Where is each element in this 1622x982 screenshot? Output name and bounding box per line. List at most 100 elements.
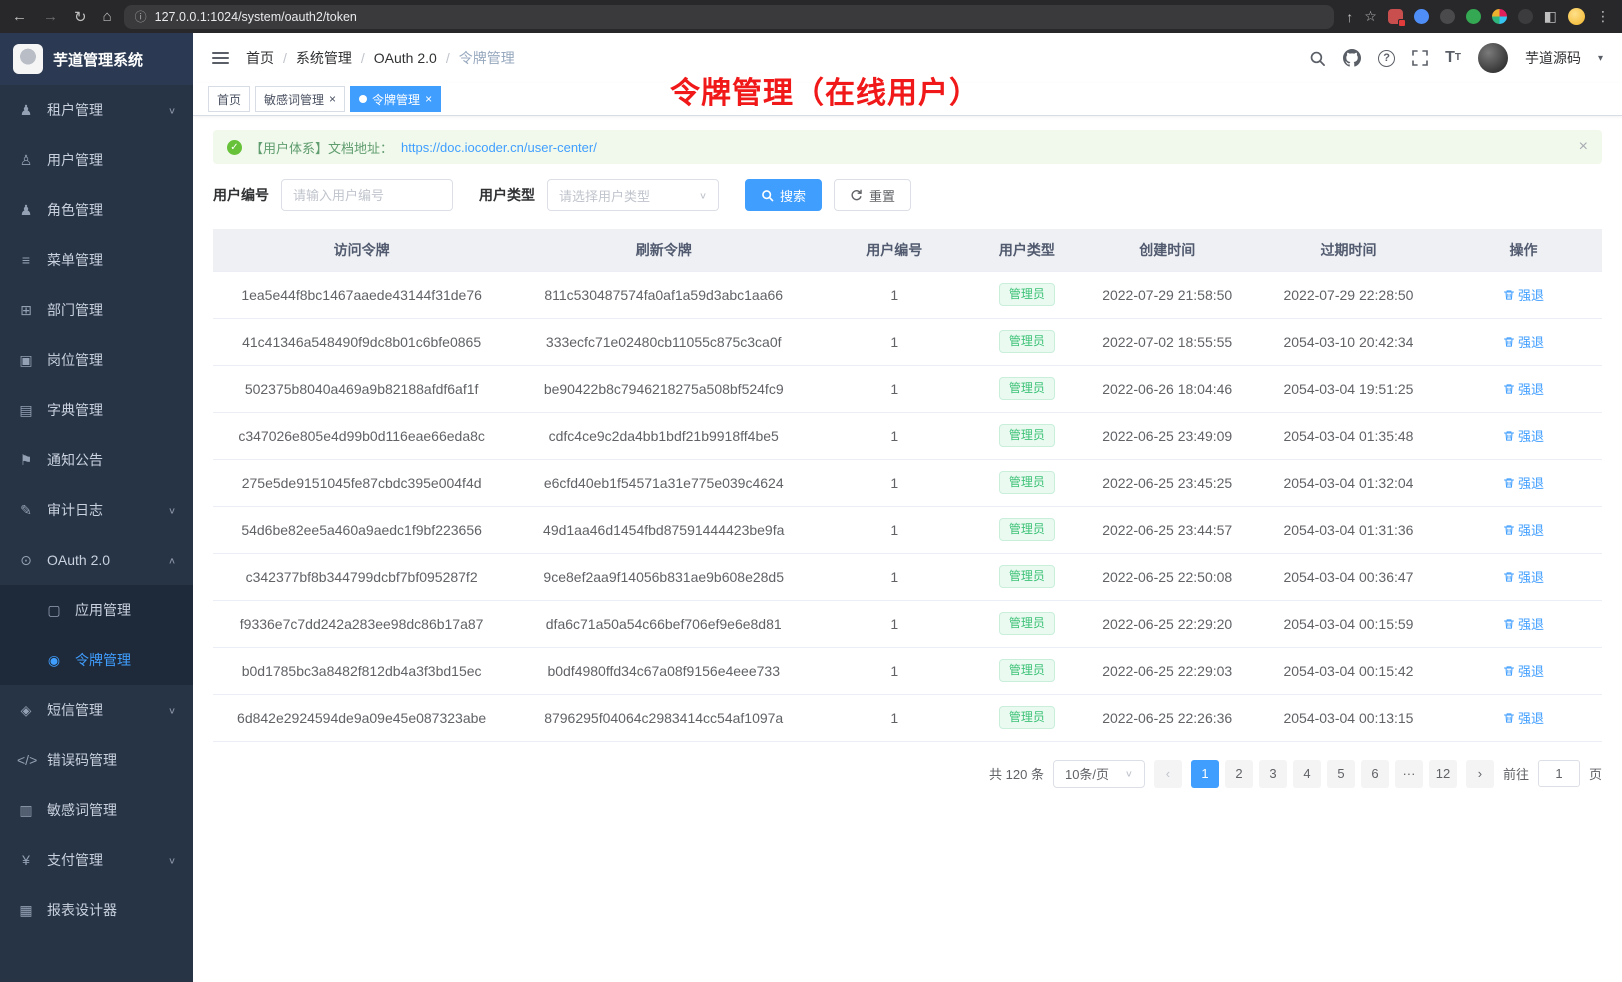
force-logout-button[interactable]: 强退	[1503, 379, 1544, 398]
sidebar-item-post-management[interactable]: ▣岗位管理	[0, 335, 193, 385]
error-code-icon: </>	[17, 752, 35, 768]
force-logout-button[interactable]: 强退	[1503, 473, 1544, 492]
force-logout-button[interactable]: 强退	[1503, 567, 1544, 586]
sidebar-item-menu-management[interactable]: ≡菜单管理	[0, 235, 193, 285]
sidebar-item-dept-management[interactable]: ⊞部门管理	[0, 285, 193, 335]
avatar[interactable]	[1478, 43, 1508, 73]
page-button[interactable]: 3	[1259, 760, 1287, 788]
sidebar-item-audit-log[interactable]: ✎审计日志∨	[0, 485, 193, 535]
split-view-icon[interactable]: ◧	[1544, 8, 1557, 25]
cell-created-time: 2022-06-25 22:26:36	[1082, 694, 1251, 741]
user-id-input[interactable]	[281, 179, 453, 211]
delete-icon	[1503, 289, 1515, 301]
force-logout-button[interactable]: 强退	[1503, 661, 1544, 680]
sidebar-item-oauth2[interactable]: ⊙OAuth 2.0∧	[0, 535, 193, 585]
extension-icon[interactable]	[1388, 9, 1403, 24]
sidebar-item-oauth2-token[interactable]: ◉令牌管理	[0, 635, 193, 685]
search-button[interactable]: 搜索	[745, 179, 822, 211]
github-icon[interactable]	[1343, 49, 1361, 67]
sidebar-item-user-management[interactable]: ♙用户管理	[0, 135, 193, 185]
page-button[interactable]: 4	[1293, 760, 1321, 788]
close-icon[interactable]: ×	[1579, 138, 1588, 156]
forward-icon[interactable]: →	[43, 8, 58, 25]
help-icon[interactable]: ?	[1378, 50, 1395, 67]
page-button[interactable]: 2	[1225, 760, 1253, 788]
sidebar-item-report-designer[interactable]: ▦报表设计器	[0, 885, 193, 935]
chevron-down-icon[interactable]: ▾	[1598, 53, 1603, 64]
total-count: 共 120 条	[989, 764, 1044, 783]
sidebar-item-notice-announcement[interactable]: ⚑通知公告	[0, 435, 193, 485]
force-logout-label: 强退	[1518, 661, 1544, 680]
page-button[interactable]: 12	[1429, 760, 1457, 788]
user-type-badge: 管理员	[999, 706, 1055, 730]
goto-page-input[interactable]	[1538, 760, 1580, 787]
breadcrumb-item[interactable]: OAuth 2.0	[374, 50, 437, 66]
force-logout-button[interactable]: 强退	[1503, 426, 1544, 445]
collapse-sidebar-icon[interactable]	[212, 52, 229, 64]
sidebar-item-pay-management[interactable]: ¥支付管理∨	[0, 835, 193, 885]
close-icon[interactable]: ×	[329, 93, 336, 105]
breadcrumb-item[interactable]: 系统管理	[296, 48, 352, 68]
share-icon[interactable]: ↑	[1346, 9, 1353, 25]
prev-page-button[interactable]: ‹	[1154, 760, 1182, 788]
browser-profile-avatar[interactable]	[1568, 8, 1585, 25]
tab-sensitive-word[interactable]: 敏感词管理×	[255, 86, 345, 112]
extension-icon[interactable]	[1440, 9, 1455, 24]
reset-button[interactable]: 重置	[834, 179, 911, 211]
doc-link[interactable]: https://doc.iocoder.cn/user-center/	[401, 140, 597, 155]
tab-home[interactable]: 首页	[208, 86, 250, 112]
next-page-button[interactable]: ›	[1466, 760, 1494, 788]
site-info-icon[interactable]: ⓘ	[135, 8, 147, 25]
home-icon[interactable]: ⌂	[103, 8, 112, 25]
address-bar[interactable]: ⓘ 127.0.0.1:1024/system/oauth2/token	[124, 5, 1335, 29]
user-type-select[interactable]: 请选择用户类型 ∨	[547, 179, 719, 211]
delete-icon	[1503, 477, 1515, 489]
reload-icon[interactable]: ↻	[74, 8, 87, 26]
force-logout-button[interactable]: 强退	[1503, 520, 1544, 539]
force-logout-button[interactable]: 强退	[1503, 708, 1544, 727]
cell-user-type: 管理员	[971, 412, 1082, 459]
force-logout-button[interactable]: 强退	[1503, 614, 1544, 633]
cell-expire-time: 2022-07-29 22:28:50	[1252, 271, 1445, 318]
extension-icon[interactable]	[1414, 9, 1429, 24]
pages-more-button[interactable]: ···	[1395, 760, 1423, 788]
delete-icon	[1503, 665, 1515, 677]
sidebar-item-role-management[interactable]: ♟角色管理	[0, 185, 193, 235]
page-size-select[interactable]: 10条/页 ∨	[1053, 760, 1145, 788]
page-button[interactable]: 6	[1361, 760, 1389, 788]
back-icon[interactable]: ←	[12, 8, 27, 25]
table-row: f9336e7c7dd242a283ee98dc86b17a87dfa6c71a…	[213, 600, 1602, 647]
sidebar-item-dict-management[interactable]: ▤字典管理	[0, 385, 193, 435]
extension-icon[interactable]	[1466, 9, 1481, 24]
sidebar-item-sms-management[interactable]: ◈短信管理∨	[0, 685, 193, 735]
close-icon[interactable]: ×	[425, 93, 432, 105]
sidebar-item-oauth2-application[interactable]: ▢应用管理	[0, 585, 193, 635]
sidebar-item-label: 应用管理	[75, 600, 176, 620]
browser-menu-icon[interactable]: ⋮	[1596, 8, 1610, 25]
cell-created-time: 2022-06-26 18:04:46	[1082, 365, 1251, 412]
fullscreen-icon[interactable]	[1412, 50, 1428, 66]
sidebar-item-tenant-management[interactable]: ♟租户管理∨	[0, 85, 193, 135]
extension-icon[interactable]	[1492, 9, 1507, 24]
extension-icon[interactable]	[1518, 9, 1533, 24]
app-logo-row[interactable]: 芋道管理系统	[0, 33, 193, 85]
page-button[interactable]: 5	[1327, 760, 1355, 788]
cell-access-token: 275e5de9151045fe87cbdc395e004f4d	[213, 459, 510, 506]
force-logout-button[interactable]: 强退	[1503, 332, 1544, 351]
cell-user-type: 管理员	[971, 647, 1082, 694]
breadcrumb-item[interactable]: 首页	[246, 48, 274, 68]
search-icon[interactable]	[1309, 50, 1326, 67]
page-button[interactable]: 1	[1191, 760, 1219, 788]
delete-icon	[1503, 336, 1515, 348]
bookmark-star-icon[interactable]: ☆	[1364, 8, 1377, 25]
success-icon: ✓	[227, 140, 242, 155]
sidebar-item-label: OAuth 2.0	[47, 552, 156, 568]
tab-token[interactable]: 令牌管理×	[350, 86, 441, 112]
cell-refresh-token: be90422b8c7946218275a508bf524fc9	[510, 365, 817, 412]
sidebar-item-sensitive-word-management[interactable]: ▥敏感词管理	[0, 785, 193, 835]
user-name[interactable]: 芋道源码	[1525, 48, 1581, 68]
force-logout-button[interactable]: 强退	[1503, 285, 1544, 304]
font-size-icon[interactable]: TT	[1445, 50, 1461, 66]
sidebar-item-error-code-management[interactable]: </>错误码管理	[0, 735, 193, 785]
table-row: b0d1785bc3a8482f812db4a3f3bd15ecb0df4980…	[213, 647, 1602, 694]
